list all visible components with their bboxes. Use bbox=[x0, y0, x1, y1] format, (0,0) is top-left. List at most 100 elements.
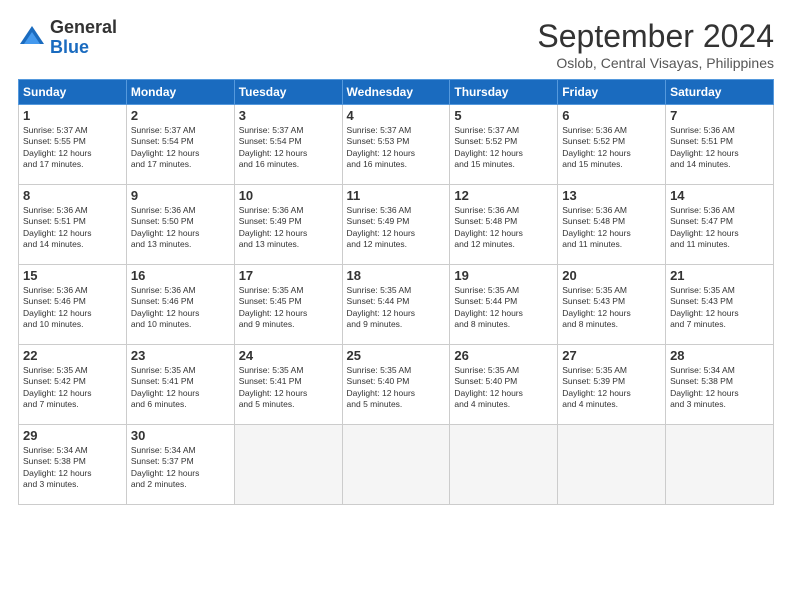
calendar-cell bbox=[450, 425, 558, 505]
day-info: Sunrise: 5:37 AMSunset: 5:54 PMDaylight:… bbox=[239, 125, 338, 171]
day-info: Sunrise: 5:36 AMSunset: 5:47 PMDaylight:… bbox=[670, 205, 769, 251]
day-number: 16 bbox=[131, 268, 230, 283]
weekday-header-row: SundayMondayTuesdayWednesdayThursdayFrid… bbox=[19, 80, 774, 105]
logo-blue: Blue bbox=[50, 37, 89, 57]
day-number: 6 bbox=[562, 108, 661, 123]
calendar-cell: 8 Sunrise: 5:36 AMSunset: 5:51 PMDaylight… bbox=[19, 185, 127, 265]
day-number: 24 bbox=[239, 348, 338, 363]
day-info: Sunrise: 5:35 AMSunset: 5:41 PMDaylight:… bbox=[131, 365, 230, 411]
day-number: 25 bbox=[347, 348, 446, 363]
calendar-week-3: 15Sunrise: 5:36 AMSunset: 5:46 PMDayligh… bbox=[19, 265, 774, 345]
calendar-week-4: 22 Sunrise: 5:35 AMSunset: 5:42 PMDayligh… bbox=[19, 345, 774, 425]
day-info: Sunrise: 5:35 AMSunset: 5:43 PMDaylight:… bbox=[670, 285, 769, 331]
calendar-cell: 26 Sunrise: 5:35 AMSunset: 5:40 PMDayligh… bbox=[450, 345, 558, 425]
day-info: Sunrise: 5:36 AMSunset: 5:49 PMDaylight:… bbox=[239, 205, 338, 251]
calendar-table: SundayMondayTuesdayWednesdayThursdayFrid… bbox=[18, 79, 774, 505]
day-number: 7 bbox=[670, 108, 769, 123]
calendar-cell: 4Sunrise: 5:37 AMSunset: 5:53 PMDaylight… bbox=[342, 105, 450, 185]
day-number: 14 bbox=[670, 188, 769, 203]
day-number: 22 bbox=[23, 348, 122, 363]
location: Oslob, Central Visayas, Philippines bbox=[537, 55, 774, 71]
day-info: Sunrise: 5:35 AMSunset: 5:39 PMDaylight:… bbox=[562, 365, 661, 411]
day-info: Sunrise: 5:36 AMSunset: 5:50 PMDaylight:… bbox=[131, 205, 230, 251]
day-info: Sunrise: 5:34 AMSunset: 5:38 PMDaylight:… bbox=[670, 365, 769, 411]
weekday-header-tuesday: Tuesday bbox=[234, 80, 342, 105]
day-info: Sunrise: 5:35 AMSunset: 5:44 PMDaylight:… bbox=[347, 285, 446, 331]
day-number: 19 bbox=[454, 268, 553, 283]
day-number: 20 bbox=[562, 268, 661, 283]
calendar-cell: 29 Sunrise: 5:34 AMSunset: 5:38 PMDayligh… bbox=[19, 425, 127, 505]
weekday-header-saturday: Saturday bbox=[666, 80, 774, 105]
calendar-cell: 28 Sunrise: 5:34 AMSunset: 5:38 PMDayligh… bbox=[666, 345, 774, 425]
calendar-cell bbox=[234, 425, 342, 505]
header: General Blue September 2024 Oslob, Centr… bbox=[18, 18, 774, 71]
logo: General Blue bbox=[18, 18, 117, 58]
day-info: Sunrise: 5:34 AMSunset: 5:38 PMDaylight:… bbox=[23, 445, 122, 491]
calendar-cell bbox=[342, 425, 450, 505]
day-number: 26 bbox=[454, 348, 553, 363]
day-number: 2 bbox=[131, 108, 230, 123]
day-info: Sunrise: 5:36 AMSunset: 5:51 PMDaylight:… bbox=[670, 125, 769, 171]
calendar-cell: 10 Sunrise: 5:36 AMSunset: 5:49 PMDayligh… bbox=[234, 185, 342, 265]
day-number: 30 bbox=[131, 428, 230, 443]
weekday-header-thursday: Thursday bbox=[450, 80, 558, 105]
day-number: 18 bbox=[347, 268, 446, 283]
month-title: September 2024 bbox=[537, 18, 774, 55]
day-number: 23 bbox=[131, 348, 230, 363]
day-number: 8 bbox=[23, 188, 122, 203]
day-info: Sunrise: 5:35 AMSunset: 5:43 PMDaylight:… bbox=[562, 285, 661, 331]
calendar-cell: 11 Sunrise: 5:36 AMSunset: 5:49 PMDayligh… bbox=[342, 185, 450, 265]
day-info: Sunrise: 5:35 AMSunset: 5:40 PMDaylight:… bbox=[454, 365, 553, 411]
day-info: Sunrise: 5:36 AMSunset: 5:52 PMDaylight:… bbox=[562, 125, 661, 171]
calendar-week-2: 8 Sunrise: 5:36 AMSunset: 5:51 PMDaylight… bbox=[19, 185, 774, 265]
logo-icon bbox=[18, 24, 46, 52]
weekday-header-wednesday: Wednesday bbox=[342, 80, 450, 105]
day-number: 17 bbox=[239, 268, 338, 283]
day-info: Sunrise: 5:35 AMSunset: 5:41 PMDaylight:… bbox=[239, 365, 338, 411]
calendar-cell: 9 Sunrise: 5:36 AMSunset: 5:50 PMDaylight… bbox=[126, 185, 234, 265]
calendar-cell: 7 Sunrise: 5:36 AMSunset: 5:51 PMDaylight… bbox=[666, 105, 774, 185]
day-number: 1 bbox=[23, 108, 122, 123]
calendar-cell: 3 Sunrise: 5:37 AMSunset: 5:54 PMDaylight… bbox=[234, 105, 342, 185]
calendar-cell: 27 Sunrise: 5:35 AMSunset: 5:39 PMDayligh… bbox=[558, 345, 666, 425]
calendar-cell: 13 Sunrise: 5:36 AMSunset: 5:48 PMDayligh… bbox=[558, 185, 666, 265]
calendar-cell: 20 Sunrise: 5:35 AMSunset: 5:43 PMDayligh… bbox=[558, 265, 666, 345]
day-number: 5 bbox=[454, 108, 553, 123]
day-number: 3 bbox=[239, 108, 338, 123]
day-number: 12 bbox=[454, 188, 553, 203]
day-info: Sunrise: 5:35 AMSunset: 5:45 PMDaylight:… bbox=[239, 285, 338, 331]
calendar-cell: 1Sunrise: 5:37 AMSunset: 5:55 PMDaylight… bbox=[19, 105, 127, 185]
calendar-cell: 5 Sunrise: 5:37 AMSunset: 5:52 PMDaylight… bbox=[450, 105, 558, 185]
calendar-cell: 19Sunrise: 5:35 AMSunset: 5:44 PMDayligh… bbox=[450, 265, 558, 345]
calendar-cell: 23 Sunrise: 5:35 AMSunset: 5:41 PMDayligh… bbox=[126, 345, 234, 425]
day-info: Sunrise: 5:35 AMSunset: 5:42 PMDaylight:… bbox=[23, 365, 122, 411]
day-info: Sunrise: 5:37 AMSunset: 5:54 PMDaylight:… bbox=[131, 125, 230, 171]
day-info: Sunrise: 5:36 AMSunset: 5:51 PMDaylight:… bbox=[23, 205, 122, 251]
day-number: 28 bbox=[670, 348, 769, 363]
day-number: 11 bbox=[347, 188, 446, 203]
weekday-header-friday: Friday bbox=[558, 80, 666, 105]
calendar-cell: 12 Sunrise: 5:36 AMSunset: 5:48 PMDayligh… bbox=[450, 185, 558, 265]
day-info: Sunrise: 5:34 AMSunset: 5:37 PMDaylight:… bbox=[131, 445, 230, 491]
day-number: 13 bbox=[562, 188, 661, 203]
weekday-header-monday: Monday bbox=[126, 80, 234, 105]
day-number: 29 bbox=[23, 428, 122, 443]
day-info: Sunrise: 5:36 AMSunset: 5:48 PMDaylight:… bbox=[454, 205, 553, 251]
day-number: 21 bbox=[670, 268, 769, 283]
calendar-cell: 22 Sunrise: 5:35 AMSunset: 5:42 PMDayligh… bbox=[19, 345, 127, 425]
calendar-cell: 21 Sunrise: 5:35 AMSunset: 5:43 PMDayligh… bbox=[666, 265, 774, 345]
day-info: Sunrise: 5:36 AMSunset: 5:48 PMDaylight:… bbox=[562, 205, 661, 251]
day-number: 9 bbox=[131, 188, 230, 203]
calendar-week-5: 29 Sunrise: 5:34 AMSunset: 5:38 PMDayligh… bbox=[19, 425, 774, 505]
day-info: Sunrise: 5:36 AMSunset: 5:49 PMDaylight:… bbox=[347, 205, 446, 251]
logo-text: General Blue bbox=[50, 18, 117, 58]
day-number: 10 bbox=[239, 188, 338, 203]
day-info: Sunrise: 5:36 AMSunset: 5:46 PMDaylight:… bbox=[23, 285, 122, 331]
day-number: 27 bbox=[562, 348, 661, 363]
page: General Blue September 2024 Oslob, Centr… bbox=[0, 0, 792, 612]
day-info: Sunrise: 5:37 AMSunset: 5:52 PMDaylight:… bbox=[454, 125, 553, 171]
day-number: 4 bbox=[347, 108, 446, 123]
calendar-cell: 6 Sunrise: 5:36 AMSunset: 5:52 PMDaylight… bbox=[558, 105, 666, 185]
calendar-cell: 14 Sunrise: 5:36 AMSunset: 5:47 PMDayligh… bbox=[666, 185, 774, 265]
calendar-cell: 18 Sunrise: 5:35 AMSunset: 5:44 PMDayligh… bbox=[342, 265, 450, 345]
